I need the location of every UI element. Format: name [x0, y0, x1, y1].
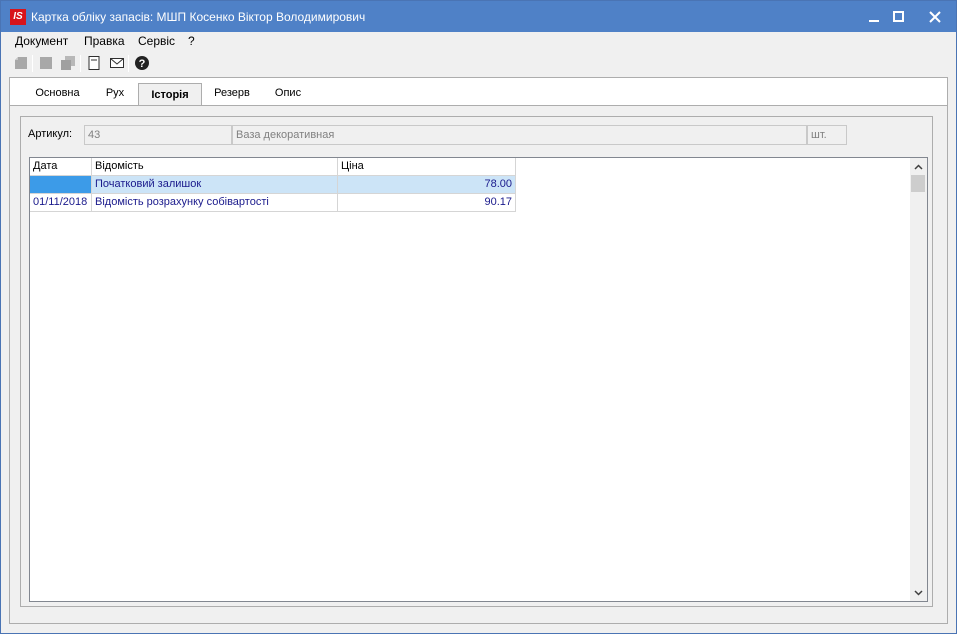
new-disabled-icon: [15, 57, 27, 69]
document-icon: [88, 56, 100, 70]
cell-date: [30, 176, 92, 194]
history-grid[interactable]: Дата Відомість Ціна Початковий залишок 7…: [29, 157, 928, 602]
new-button[interactable]: [12, 54, 30, 72]
close-icon: [929, 10, 941, 23]
tab-history[interactable]: Історія: [138, 83, 202, 107]
save-disabled-icon: [40, 57, 52, 69]
minimize-icon: [868, 19, 879, 22]
document-button[interactable]: [85, 54, 103, 72]
app-logo-icon: IS: [10, 9, 26, 25]
article-unit-field: шт.: [807, 125, 847, 145]
table-row[interactable]: Початковий залишок 78.00: [30, 176, 517, 194]
save-button[interactable]: [37, 54, 55, 72]
menu-help[interactable]: ?: [188, 34, 195, 48]
app-window: IS Картка обліку запасів: МШП Косенко Ві…: [0, 0, 957, 634]
column-header-price[interactable]: Ціна: [338, 158, 516, 176]
toolbar-separator: [80, 55, 81, 72]
toolbar-separator: [128, 55, 129, 72]
column-header-date[interactable]: Дата: [30, 158, 92, 176]
svg-text:?: ?: [139, 58, 146, 70]
table-row[interactable]: 01/11/2018 Відомість розрахунку собіварт…: [30, 194, 517, 212]
help-icon: ?: [135, 56, 149, 70]
cell-statement: Відомість розрахунку собівартості: [92, 194, 338, 212]
window-title: Картка обліку запасів: МШП Косенко Вікто…: [31, 10, 366, 24]
help-button[interactable]: ?: [133, 54, 151, 72]
title-bar[interactable]: IS Картка обліку запасів: МШП Косенко Ві…: [1, 1, 956, 32]
cell-price: 78.00: [338, 176, 516, 194]
tab-strip: Основна Рух Історія Резерв Опис: [9, 77, 948, 107]
maximize-icon: [893, 11, 904, 22]
chevron-up-icon: [914, 163, 923, 170]
menu-bar: Документ Правка Сервіс ?: [1, 32, 956, 52]
toolbar-separator: [32, 55, 33, 72]
article-label: Артикул:: [28, 128, 73, 140]
scroll-thumb[interactable]: [911, 175, 925, 192]
maximize-button[interactable]: [884, 1, 913, 32]
chevron-down-icon: [914, 589, 923, 596]
scroll-up-button[interactable]: [910, 158, 927, 175]
menu-document[interactable]: Документ: [15, 34, 68, 48]
close-button[interactable]: [915, 1, 955, 32]
copy-button[interactable]: [59, 54, 77, 72]
menu-service[interactable]: Сервіс: [138, 34, 175, 48]
cell-date: 01/11/2018: [30, 194, 92, 212]
history-panel: Артикул: 43 Ваза декоративная шт. Дата В…: [20, 116, 933, 607]
tab-main[interactable]: Основна: [24, 80, 91, 106]
toolbar: ?: [1, 52, 956, 75]
cell-price: 90.17: [338, 194, 516, 212]
mail-icon: [110, 58, 124, 68]
column-header-statement[interactable]: Відомість: [92, 158, 338, 176]
copy-disabled-icon: [61, 56, 75, 70]
article-code-field: 43: [84, 125, 232, 145]
scroll-down-button[interactable]: [910, 584, 927, 601]
tab-description[interactable]: Опис: [264, 80, 312, 106]
article-name-field: Ваза декоративная: [232, 125, 807, 145]
menu-edit[interactable]: Правка: [84, 34, 125, 48]
tab-reserve[interactable]: Резерв: [206, 80, 258, 106]
mail-button[interactable]: [108, 54, 126, 72]
cell-statement: Початковий залишок: [92, 176, 338, 194]
tab-movement[interactable]: Рух: [94, 80, 136, 106]
vertical-scrollbar[interactable]: [910, 158, 927, 601]
tab-content-history: Артикул: 43 Ваза декоративная шт. Дата В…: [9, 105, 948, 624]
